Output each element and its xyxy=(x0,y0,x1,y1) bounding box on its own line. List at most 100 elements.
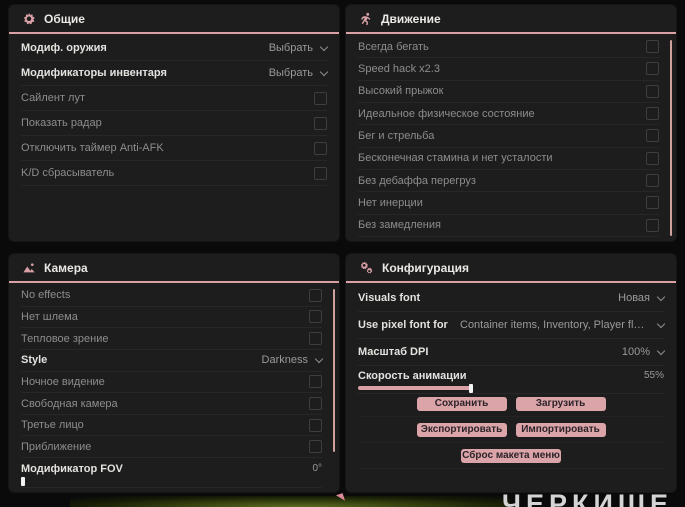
setting-label: Speed hack x2.3 xyxy=(358,62,440,75)
dropdown-value: Container items, Inventory, Player flags… xyxy=(460,319,650,331)
setting-label: Visuals font xyxy=(358,292,421,304)
setting-label: Бег и стрельба xyxy=(358,129,435,142)
panel-config-header: Конфигурация xyxy=(346,254,676,283)
setting-label: Тепловое зрение xyxy=(21,332,109,345)
setting-row: Скорость анимации 55% xyxy=(358,366,664,394)
config-buttons: Сохранить Загрузить Экспортировать Импор… xyxy=(358,391,664,469)
panel-config: Конфигурация Visuals font Новая Use pixel … xyxy=(345,253,677,493)
checkbox[interactable] xyxy=(646,129,659,143)
checkbox[interactable] xyxy=(309,440,322,454)
panel-movement-header: Движение xyxy=(346,5,676,34)
setting-label: Приближение xyxy=(21,440,92,453)
setting-row: Высокий прыжок xyxy=(358,81,659,103)
checkbox[interactable] xyxy=(646,62,659,76)
checkbox[interactable] xyxy=(646,218,659,232)
import-button[interactable]: Импортировать xyxy=(515,422,606,437)
panel-title: Движение xyxy=(381,11,441,26)
chevron-down-icon xyxy=(656,292,666,301)
setting-label: Третье лицо xyxy=(21,419,84,432)
checkbox[interactable] xyxy=(314,116,327,130)
setting-row: Третье лицо xyxy=(21,415,322,437)
setting-label: Скорость анимации xyxy=(358,369,467,382)
checkbox[interactable] xyxy=(309,332,322,346)
button-row: Экспортировать Импортировать xyxy=(358,417,664,443)
dropdown[interactable]: Новая xyxy=(618,292,666,304)
reset-menu-layout-button[interactable]: Сброс макета меню xyxy=(461,448,561,463)
setting-row: Масштаб DPI 100% xyxy=(358,339,666,366)
slider[interactable] xyxy=(21,476,322,486)
dropdown[interactable]: Darkness xyxy=(261,354,324,367)
setting-label: Модиф. оружия xyxy=(21,42,107,54)
checkbox[interactable] xyxy=(314,91,327,105)
gear-icon xyxy=(22,12,36,26)
setting-row: Без дебаффа перегруз xyxy=(358,170,659,193)
settings-list-general: Модиф. оружия Выбрать Модификаторы инвента… xyxy=(21,36,329,237)
setting-row: Показать радар xyxy=(21,111,327,136)
checkbox[interactable] xyxy=(309,375,322,389)
dropdown-value: Выбрать xyxy=(268,67,313,79)
setting-row: No effects xyxy=(21,285,322,307)
slider-value: 55% xyxy=(643,370,664,381)
setting-label: Масштаб DPI xyxy=(358,346,429,358)
checkbox[interactable] xyxy=(309,288,322,302)
setting-label: Style xyxy=(21,354,48,367)
setting-label: Бесконечная стамина и нет усталости xyxy=(358,152,553,165)
save-button[interactable]: Сохранить xyxy=(416,396,507,411)
setting-row: Свободная камера xyxy=(21,393,322,415)
game-scene-glow xyxy=(70,496,510,507)
checkbox[interactable] xyxy=(646,151,659,165)
setting-row: Модиф. оружия Выбрать xyxy=(21,36,329,61)
setting-row: Style Darkness xyxy=(21,350,324,372)
panel-title: Конфигурация xyxy=(382,260,470,275)
setting-row: Тепловое зрение xyxy=(21,328,322,350)
checkbox[interactable] xyxy=(314,141,327,155)
scrollbar[interactable] xyxy=(333,289,335,452)
setting-label: Свободная камера xyxy=(21,397,118,410)
dropdown[interactable]: Выбрать xyxy=(268,67,329,79)
button-row: Сброс макета меню xyxy=(358,443,664,469)
checkbox[interactable] xyxy=(646,196,659,210)
dropdown-value: 100% xyxy=(621,346,650,358)
runner-icon xyxy=(359,12,373,26)
setting-row: Модификатор FOV 0° xyxy=(21,458,322,489)
setting-row: Отключить таймер Anti-AFK xyxy=(21,136,327,161)
setting-label: Нет шлема xyxy=(21,310,78,323)
checkbox[interactable] xyxy=(646,84,659,98)
chevron-down-icon xyxy=(319,67,329,76)
checkbox[interactable] xyxy=(314,166,327,180)
setting-row: Use pixel font for Container items, Inven… xyxy=(358,312,666,339)
dropdown-value: Darkness xyxy=(261,354,308,367)
checkbox[interactable] xyxy=(309,397,322,411)
setting-row: Сайлент лут xyxy=(21,86,327,111)
screen: ЧЕРКИШЕ Общие Модиф. оружия Выбрать Модифи… xyxy=(0,0,685,507)
settings-list-movement: Всегда бегать Speed hack x2.3 Высокий прыж… xyxy=(358,36,659,237)
image-icon xyxy=(22,261,36,275)
slider-label-row: Модификатор FOV 0° xyxy=(21,463,322,475)
checkbox[interactable] xyxy=(646,107,659,121)
checkbox[interactable] xyxy=(309,418,322,432)
checkbox[interactable] xyxy=(646,40,659,54)
setting-label: Модификатор FOV xyxy=(21,462,123,475)
dropdown[interactable]: 100% xyxy=(621,346,666,358)
slider-fill xyxy=(358,385,472,390)
slider-handle[interactable] xyxy=(21,476,25,486)
panel-title: Общие xyxy=(44,11,85,26)
chevron-down-icon xyxy=(314,354,324,363)
dropdown-value: Новая xyxy=(618,292,650,304)
chevron-down-icon xyxy=(319,42,329,51)
checkbox[interactable] xyxy=(646,174,659,188)
setting-row: Приближение xyxy=(21,436,322,459)
setting-row: Всегда бегать xyxy=(358,36,659,59)
slider[interactable] xyxy=(358,383,664,393)
load-button[interactable]: Загрузить xyxy=(515,396,606,411)
setting-label: Показать радар xyxy=(21,117,102,129)
scrollbar[interactable] xyxy=(670,40,672,236)
setting-label: Ночное видение xyxy=(21,375,105,388)
export-button[interactable]: Экспортировать xyxy=(416,422,507,437)
chevron-down-icon xyxy=(656,319,666,328)
settings-list-camera: No effects Нет шлема Тепловое зрение Style D… xyxy=(21,285,324,489)
checkbox[interactable] xyxy=(309,310,322,324)
dropdown[interactable]: Выбрать xyxy=(269,42,329,54)
dropdown[interactable]: Container items, Inventory, Player flags… xyxy=(460,319,666,331)
setting-row: Speed hack x2.3 xyxy=(358,58,659,81)
